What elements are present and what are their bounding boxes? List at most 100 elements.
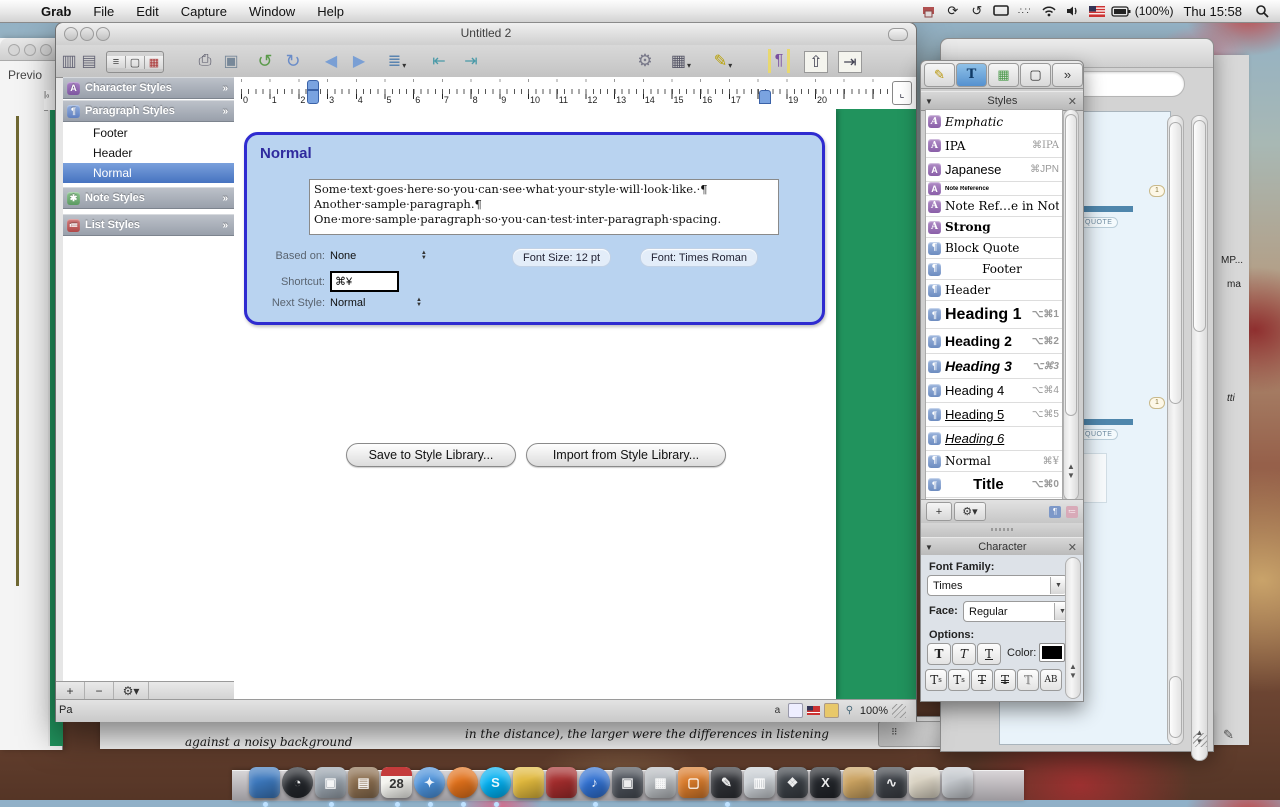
resize-grip[interactable]: [1193, 733, 1207, 747]
menu-help[interactable]: Help: [306, 4, 355, 19]
time-machine-icon[interactable]: ↺: [967, 3, 987, 19]
right-indent-marker[interactable]: [759, 90, 771, 104]
style-item-ipa[interactable]: AIPA⌘IPA: [926, 134, 1062, 158]
content-scrollbar[interactable]: [1167, 115, 1184, 745]
menu-window[interactable]: Window: [238, 4, 306, 19]
scrollbar-arrows[interactable]: ▲▼: [1066, 462, 1076, 480]
document-drawer-icon[interactable]: ▥: [58, 49, 80, 73]
input-flag-icon[interactable]: [1087, 3, 1107, 19]
style-action-menu-button[interactable]: ⚙▾: [114, 682, 149, 700]
dock-icon-address-book[interactable]: ▤: [348, 767, 379, 798]
double-strikethrough-button[interactable]: T: [994, 669, 1016, 691]
dock-icon-folder[interactable]: [843, 767, 874, 798]
dock-icon-orange-app[interactable]: ▢: [678, 767, 709, 798]
spaces-icon[interactable]: ∴∵: [1015, 3, 1035, 19]
dock-icon-firefox[interactable]: [447, 767, 478, 798]
face-dropdown[interactable]: Regular ▼: [963, 601, 1072, 622]
next-style-stepper[interactable]: ▲▼: [413, 295, 424, 311]
disclosure-triangle-icon[interactable]: ▼: [925, 543, 933, 552]
save-icon[interactable]: ▣: [220, 49, 242, 73]
previous-button-label[interactable]: Previo: [8, 68, 42, 82]
zoom-magnifier-icon[interactable]: ⚲: [843, 704, 856, 717]
chevron-expand-icon[interactable]: »: [222, 193, 228, 204]
view-mode-segment[interactable]: ≡▢▦: [106, 51, 164, 73]
gear-menu-icon[interactable]: ⚙: [634, 49, 656, 73]
scrollbar-thumb[interactable]: [1193, 120, 1206, 332]
frame-tool-button[interactable]: ▢: [1020, 63, 1051, 87]
chevron-expand-icon[interactable]: »: [222, 83, 228, 94]
tab-selector[interactable]: ⌞: [892, 81, 912, 105]
dropdown-arrow-icon[interactable]: ▼: [1050, 577, 1066, 594]
style-item-heading-1[interactable]: ¶Heading 1⌥⌘1: [926, 301, 1062, 329]
style-item-normal[interactable]: ¶Normal⌘¥: [926, 451, 1062, 472]
strikethrough-button[interactable]: T: [971, 669, 993, 691]
menu-edit[interactable]: Edit: [125, 4, 169, 19]
dock-icon-pixel-app[interactable]: ❖: [777, 767, 808, 798]
displays-icon[interactable]: [991, 3, 1011, 19]
first-line-indent-marker[interactable]: [307, 80, 319, 90]
scrollbar-arrows[interactable]: ▲▼: [1068, 662, 1078, 680]
disclosure-triangle-icon[interactable]: ▼: [925, 97, 933, 106]
style-list-scrollbar[interactable]: ▲▼: [1063, 109, 1079, 501]
bold-button[interactable]: T: [927, 643, 951, 665]
window-resize-grip[interactable]: [892, 704, 906, 718]
based-on-stepper[interactable]: ▲▼: [418, 248, 429, 264]
sidebar-group-list-styles[interactable]: ≔ List Styles »: [63, 214, 234, 236]
page-edge-icon[interactable]: ⇥: [838, 51, 862, 73]
page-top-icon[interactable]: ⇧: [804, 51, 828, 73]
style-gear-menu-button[interactable]: ⚙▾: [954, 502, 986, 521]
style-item-block-quote[interactable]: ¶Block Quote: [926, 238, 1062, 259]
styles-palette-header[interactable]: ▼ Styles ✕: [921, 91, 1083, 111]
sidebar-group-note-styles[interactable]: ✱ Note Styles »: [63, 187, 234, 209]
superscript-button[interactable]: Ts: [948, 669, 970, 691]
style-item-heading-6[interactable]: ¶Heading 6: [926, 427, 1062, 451]
character-palette-header[interactable]: ▼ Character ✕: [921, 537, 1083, 557]
shadow-button[interactable]: T: [1017, 669, 1039, 691]
left-indent-marker[interactable]: [307, 90, 319, 104]
dock-icon-dashboard[interactable]: ◔: [282, 767, 313, 798]
ruler[interactable]: 01234567891011121314151617181920 ⌞: [234, 77, 916, 110]
show-invisibles-icon[interactable]: ¶: [768, 49, 790, 73]
dock-icon-skype[interactable]: S: [480, 767, 511, 798]
dock-icon-ical[interactable]: 28: [381, 767, 412, 798]
underline-button[interactable]: T: [977, 643, 1001, 665]
zoom-level[interactable]: 100%: [860, 705, 888, 717]
palette-divider-handle[interactable]: [921, 523, 1083, 537]
style-item-heading-4[interactable]: ¶Heading 4⌥⌘4: [926, 379, 1062, 403]
dock-icon-trash[interactable]: [942, 767, 973, 798]
indent-increase-icon[interactable]: ⇥: [460, 49, 482, 73]
volume-icon[interactable]: [1063, 3, 1083, 19]
save-to-style-library-button[interactable]: Save to Style Library...: [346, 443, 516, 467]
character-filter-icon[interactable]: ≔: [1066, 506, 1078, 518]
color-well[interactable]: [1039, 643, 1065, 662]
dock-icon-x-app[interactable]: X: [810, 767, 841, 798]
lists-menu-icon[interactable]: ≣▾: [386, 49, 408, 73]
indent-decrease-icon[interactable]: ⇤: [428, 49, 450, 73]
window-scrollbar[interactable]: ▲▼: [1191, 115, 1208, 761]
dock-icon-grid-app[interactable]: ▦: [645, 767, 676, 798]
close-palette-icon[interactable]: ✕: [1068, 541, 1077, 554]
dock-icon-photos[interactable]: ▣: [315, 767, 346, 798]
document-info-icon[interactable]: ▤: [78, 49, 100, 73]
scrollbar-thumb[interactable]: [1169, 122, 1182, 404]
scrollbar-thumb[interactable]: [1169, 676, 1182, 738]
sync-icon[interactable]: ⟳: [943, 3, 963, 19]
paragraph-filter-icon[interactable]: ¶: [1049, 506, 1061, 518]
toolbar-toggle-button[interactable]: [888, 28, 908, 41]
wifi-icon[interactable]: [1039, 3, 1059, 19]
spotlight-icon[interactable]: [1252, 3, 1272, 19]
grab-document-icon[interactable]: [919, 3, 939, 19]
dock-icon-media-app[interactable]: ▣: [612, 767, 643, 798]
import-from-style-library-button[interactable]: Import from Style Library...: [526, 443, 726, 467]
remove-style-button[interactable]: −: [85, 682, 114, 700]
pencil-tool-button[interactable]: ✎: [924, 63, 955, 87]
dock-icon-yellow-app[interactable]: [513, 767, 544, 798]
sidebar-item-footer[interactable]: Footer: [63, 123, 234, 143]
style-item-heading-2[interactable]: ¶Heading 2⌥⌘2: [926, 329, 1062, 354]
add-style-button[interactable]: +: [56, 682, 85, 700]
style-item-note-reference[interactable]: ANote Reference: [926, 182, 1062, 196]
view-page-icon[interactable]: ▢: [126, 56, 145, 69]
battery-icon[interactable]: [1111, 3, 1131, 19]
style-item-footer[interactable]: ¶Footer: [926, 259, 1062, 280]
font-family-dropdown[interactable]: Times ▼: [927, 575, 1068, 596]
